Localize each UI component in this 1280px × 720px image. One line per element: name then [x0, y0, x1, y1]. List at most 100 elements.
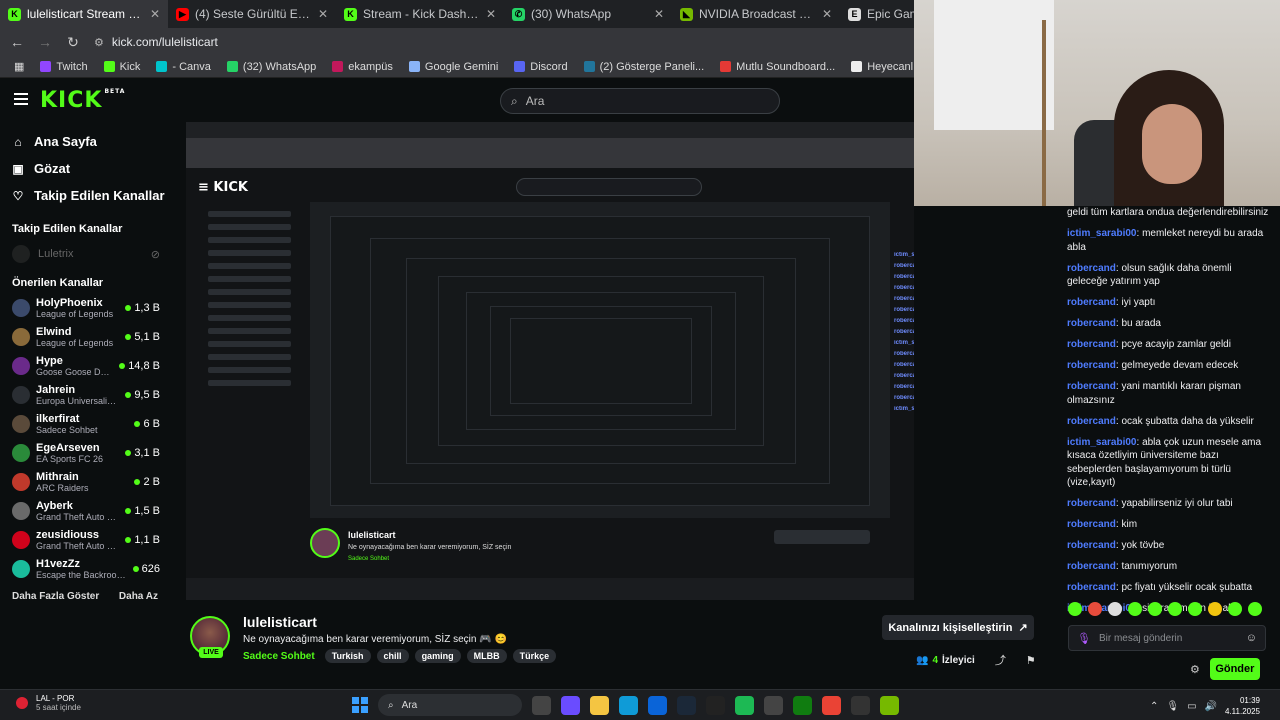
chat-username[interactable]: robercand [1067, 582, 1116, 593]
stream-tag[interactable]: gaming [414, 649, 461, 663]
send-button[interactable]: Gönder [1209, 658, 1260, 680]
chat-input[interactable]: 🎙 Bir mesaj gönderin ☺ [1068, 625, 1266, 651]
bookmark-item[interactable]: Discord [508, 61, 573, 73]
menu-icon[interactable] [14, 93, 28, 108]
show-more-link[interactable]: Daha Fazla Göster [12, 591, 99, 602]
emote-icon[interactable] [1148, 602, 1162, 616]
emote-icon[interactable] [1108, 602, 1122, 616]
settings-icon[interactable] [764, 695, 783, 715]
chat-username[interactable]: robercand [1067, 416, 1116, 427]
bookmark-item[interactable]: ekampüs [326, 61, 399, 73]
show-less-link[interactable]: Daha Az [119, 591, 158, 602]
emote-icon[interactable] [1068, 602, 1082, 616]
tab-close-icon[interactable]: ✕ [318, 7, 328, 21]
stream-tag[interactable]: MLBB [466, 649, 507, 663]
browser-tab[interactable]: K Stream - Kick Dashboard ✕ [336, 0, 504, 28]
nvidia-icon[interactable] [880, 695, 899, 715]
chat-username[interactable]: robercand [1067, 318, 1116, 329]
obs-icon[interactable] [851, 695, 870, 715]
microphone-icon[interactable]: 🎙 [1077, 632, 1091, 645]
taskbar-clock[interactable]: 01:39 4.11.2025 [1225, 695, 1260, 717]
customize-channel-button[interactable]: Kanalınızı kişiselleştirin ↗ [882, 615, 1034, 640]
file-explorer-icon[interactable] [590, 695, 609, 715]
chat-username[interactable]: robercand [1067, 519, 1116, 530]
chat-username[interactable]: robercand [1067, 360, 1116, 371]
browser-tab[interactable]: ◣ NVIDIA Broadcast Uygulaması ✕ [672, 0, 840, 28]
browser-tab[interactable]: Klulelisticart Stream - Watch Live ✕ [0, 0, 168, 28]
steam-icon[interactable] [677, 695, 696, 715]
emote-icon[interactable] [1168, 602, 1182, 616]
spotify-icon[interactable] [735, 695, 754, 715]
chat-username[interactable]: robercand [1067, 263, 1116, 274]
tab-close-icon[interactable]: ✕ [654, 7, 664, 21]
start-button[interactable] [352, 697, 368, 713]
tab-close-icon[interactable]: ✕ [822, 7, 832, 21]
browser-tab[interactable]: ▶ (4) Seste Gürültü Engelleme #N... ✕ [168, 0, 336, 28]
recommended-channel[interactable]: ilkerfirat Sadece Sohbet 6 B [0, 409, 172, 438]
bookmark-item[interactable]: (32) WhatsApp [221, 61, 322, 73]
bookmark-item[interactable]: (2) Gösterge Paneli... [578, 61, 711, 73]
recommended-channel[interactable]: zeusidioussGrand Theft Auto V (G... 1,1 B [0, 525, 172, 554]
video-player[interactable]: ≡ KICK ictim_sarabi00: memleket nereydi … [186, 122, 914, 600]
chat-username[interactable]: robercand [1067, 297, 1116, 308]
forward-icon[interactable]: → [38, 34, 52, 50]
mic-tray-icon[interactable]: 🎙 [1166, 701, 1179, 712]
recommended-channel[interactable]: Mithrain ARC Raiders 2 B [0, 467, 172, 496]
url-field[interactable]: ⚙ kick.com/lulelisticart [94, 35, 218, 49]
browser-tab[interactable]: ✆ (30) WhatsApp ✕ [504, 0, 672, 28]
emote-icon[interactable] [1228, 602, 1242, 616]
taskbar-search[interactable]: ⌕ Ara [378, 694, 522, 716]
emote-icon[interactable] [1248, 602, 1262, 616]
nav-browse[interactable]: ▣ Gözat [0, 155, 172, 182]
task-view-icon[interactable] [532, 695, 551, 715]
recommended-channel[interactable]: Elwind League of Legends 5,1 B [0, 322, 172, 351]
tray-chevron-icon[interactable]: ⌃ [1150, 701, 1158, 712]
bookmark-item[interactable]: Kick [98, 61, 147, 73]
nav-following[interactable]: ♡ Takip Edilen Kanallar [0, 182, 172, 209]
recommended-channel[interactable]: H1vezZz Escape the Backrooms 626 [0, 554, 172, 583]
user-options-icon[interactable]: ⚑ [1026, 654, 1036, 667]
outlook-icon[interactable] [648, 695, 667, 715]
network-icon[interactable]: ▭ [1187, 701, 1196, 712]
recommended-channel[interactable]: Ayberk Grand Theft Auto V (... 1,5 B [0, 496, 172, 525]
xbox-icon[interactable] [793, 695, 812, 715]
emoji-icon[interactable]: ☺ [1246, 632, 1257, 644]
edge-icon[interactable] [619, 695, 638, 715]
recommended-channel[interactable]: HolyPhoenix League of Legends 1,3 B [0, 293, 172, 322]
search-input[interactable]: ⌕ Ara [500, 88, 780, 114]
share-icon[interactable]: ⤴ [995, 652, 1006, 668]
emote-icon[interactable] [1188, 602, 1202, 616]
nav-home[interactable]: ⌂ Ana Sayfa [0, 128, 172, 155]
site-info-icon[interactable]: ⚙ [94, 36, 104, 49]
chat-username[interactable]: robercand [1067, 540, 1116, 551]
chat-username[interactable]: ictim_sarabi00 [1067, 228, 1137, 239]
stream-tag[interactable]: chill [376, 649, 409, 663]
bookmark-item[interactable]: Google Gemini [403, 61, 504, 73]
chat-settings-icon[interactable]: ⚙ [1190, 663, 1200, 676]
followed-channel[interactable]: Luletrix ⊘ [0, 241, 172, 267]
chat-username[interactable]: robercand [1067, 561, 1116, 572]
emote-icon[interactable] [1128, 602, 1142, 616]
chatgpt-icon[interactable] [706, 695, 725, 715]
stream-tag[interactable]: Türkçe [512, 649, 557, 663]
bookmark-item[interactable]: - Canva [150, 61, 217, 73]
apps-grid-icon[interactable]: ▦ [8, 60, 30, 73]
recommended-channel[interactable]: Jahrein Europa Universalis V 9,5 B [0, 380, 172, 409]
recommended-channel[interactable]: EgeArseven EA Sports FC 26 3,1 B [0, 438, 172, 467]
chrome-icon[interactable] [822, 695, 841, 715]
bookmark-item[interactable]: Mutlu Soundboard... [714, 61, 841, 73]
chat-username[interactable]: robercand [1067, 381, 1116, 392]
chat-username[interactable]: robercand [1067, 498, 1116, 509]
tab-close-icon[interactable]: ✕ [150, 7, 160, 21]
taskbar-news-widget[interactable]: LAL - POR 5 saat içinde [16, 694, 81, 712]
streamer-name[interactable]: lulelisticart [243, 614, 317, 630]
chat-username[interactable]: robercand [1067, 339, 1116, 350]
emote-icon[interactable] [1088, 602, 1102, 616]
volume-icon[interactable]: 🔊 [1205, 701, 1217, 712]
recommended-channel[interactable]: Hype Goose Goose Duck 14,8 B [0, 351, 172, 380]
kick-logo[interactable]: KICK BETA [40, 88, 125, 113]
tab-close-icon[interactable]: ✕ [486, 7, 496, 21]
reload-icon[interactable]: ↻ [66, 34, 80, 51]
back-icon[interactable]: ← [10, 34, 24, 50]
bookmark-item[interactable]: Twitch [34, 61, 93, 73]
